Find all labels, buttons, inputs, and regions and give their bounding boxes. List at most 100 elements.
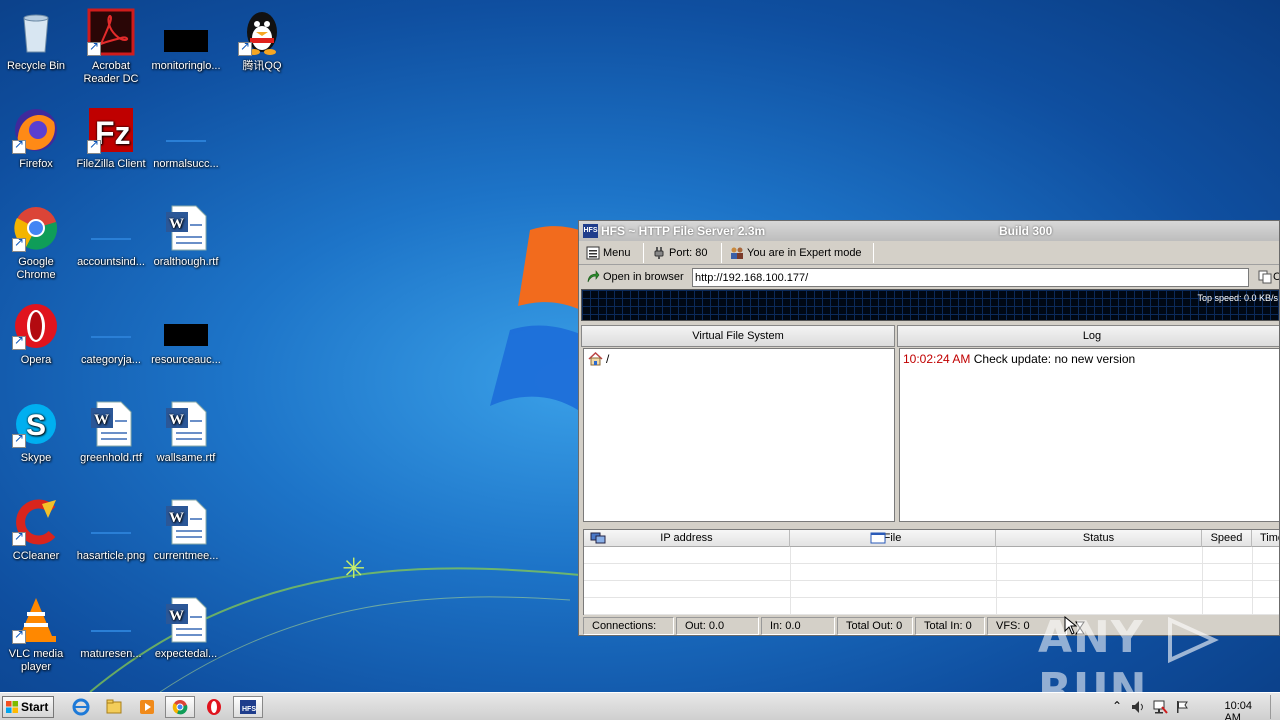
taskbar: Start HFS ⌃ 10:04 AM (0, 692, 1280, 720)
column-ip-address[interactable]: IP address (584, 530, 790, 547)
desktop-icon-filezilla[interactable]: Fz FileZilla Client (73, 102, 149, 171)
desktop-icon-maturesen[interactable]: maturesen... (73, 592, 149, 661)
windows-flag-icon (6, 701, 18, 713)
desktop-icon-oralthough[interactable]: W oralthough.rtf (148, 200, 224, 269)
desktop-icon-normalsucc[interactable]: normalsucc... (148, 102, 224, 171)
taskbar-hfs[interactable]: HFS (233, 696, 263, 718)
column-speed[interactable]: Speed (1202, 530, 1252, 547)
hfs-window[interactable]: HFS HFS ~ HTTP File Server 2.3m Build 30… (578, 220, 1280, 636)
hfs-app-icon: HFS (240, 700, 256, 714)
bandwidth-graph: Top speed: 0.0 KB/s (581, 289, 1279, 321)
taskbar-explorer[interactable] (99, 696, 129, 718)
taskbar-opera[interactable] (199, 696, 229, 718)
desktop-icon-greenhold[interactable]: W greenhold.rtf (73, 396, 149, 465)
desktop-icon-skype[interactable]: S Skype (0, 396, 74, 465)
hfs-app-icon: HFS (583, 224, 598, 238)
word-document-icon: W (162, 498, 210, 546)
shortcut-arrow-icon (12, 628, 26, 644)
hfs-window-title: HFS ~ HTTP File Server 2.3m (601, 224, 766, 238)
play-logo-icon (1168, 616, 1219, 664)
action-center-flag-icon[interactable] (1174, 699, 1190, 715)
desktop-icon-accountsind[interactable]: accountsind... (73, 200, 149, 269)
desktop-icon-categoryja[interactable]: categoryja... (73, 298, 149, 367)
log-header: Log (897, 325, 1279, 347)
shortcut-arrow-icon (87, 40, 101, 56)
vfs-tree[interactable]: / (583, 348, 895, 522)
menu-button[interactable]: Menu (583, 243, 631, 263)
url-field[interactable] (692, 268, 1249, 287)
open-in-browser-label: Open in browser (603, 271, 684, 283)
start-button[interactable]: Start (2, 696, 54, 718)
connections-table[interactable]: IP address File Status Speed Time (583, 529, 1279, 615)
show-desktop-button[interactable] (1270, 695, 1280, 719)
menu-icon (586, 246, 600, 260)
desktop-icon-opera[interactable]: Opera (0, 298, 74, 367)
open-in-browser-button[interactable]: Open in browser (583, 267, 684, 287)
desktop-icon-vlc[interactable]: VLC media player (0, 592, 74, 674)
port-button[interactable]: Port: 80 (649, 243, 708, 263)
hfs-urlbar: Open in browser C (579, 265, 1279, 289)
column-time[interactable]: Time (1252, 530, 1279, 547)
toolbar-separator (721, 243, 722, 263)
connections-header: IP address File Status Speed Time (584, 530, 1279, 547)
blank-file-icon (162, 106, 210, 154)
watermark-right-text: RUN (1038, 664, 1148, 692)
desktop: ✳ Recycle Bin Acrobat Reader DC monitori… (0, 0, 1280, 692)
tray-chevron-icon[interactable]: ⌃ (1112, 699, 1122, 713)
hfs-build-label: Build 300 (999, 224, 1053, 238)
shortcut-arrow-icon (12, 432, 26, 448)
svg-text:W: W (169, 412, 184, 428)
volume-icon[interactable] (1130, 699, 1146, 715)
desktop-icon-expectedal[interactable]: W expectedal... (148, 592, 224, 661)
column-ip-address-label: IP address (660, 532, 713, 544)
desktop-icon-wallsame[interactable]: W wallsame.rtf (148, 396, 224, 465)
desktop-icon-qq[interactable]: 腾讯QQ (224, 4, 300, 73)
hfs-titlebar[interactable]: HFS HFS ~ HTTP File Server 2.3m Build 30… (579, 221, 1279, 241)
shortcut-arrow-icon (238, 40, 252, 56)
desktop-icon-firefox[interactable]: Firefox (0, 102, 74, 171)
svg-text:✳: ✳ (342, 552, 365, 585)
copy-url-button[interactable]: C (1255, 267, 1279, 287)
log-panel[interactable]: 10:02:24 AM Check update: no new version (899, 348, 1279, 522)
desktop-icon-hasarticle[interactable]: hasarticle.png (73, 494, 149, 563)
table-row (584, 564, 1279, 581)
taskbar-media-player[interactable] (132, 696, 162, 718)
opera-icon (207, 699, 221, 715)
desktop-icon-monitoringlo[interactable]: monitoringlo... (148, 4, 224, 73)
shortcut-arrow-icon (87, 138, 101, 154)
top-speed-label: Top speed: 0.0 KB/s (1197, 293, 1278, 303)
desktop-icon-currentmee[interactable]: W currentmee... (148, 494, 224, 563)
desktop-icon-ccleaner[interactable]: CCleaner (0, 494, 74, 563)
taskbar-chrome[interactable] (165, 696, 195, 718)
folder-icon (106, 699, 122, 714)
opera-icon (12, 302, 60, 350)
plug-icon (654, 247, 664, 259)
toolbar-separator (873, 243, 874, 263)
desktop-icon-resourceauc[interactable]: resourceauc... (148, 298, 224, 367)
network-icon[interactable] (1152, 699, 1168, 715)
desktop-icon-acrobat[interactable]: Acrobat Reader DC (73, 4, 149, 86)
hfs-toolbar: Menu Port: 80 You are in Expert mode (579, 241, 1279, 265)
watermark-left-text: ANY (1038, 612, 1144, 663)
black-file-icon (162, 302, 210, 350)
chrome-icon (172, 700, 188, 715)
expert-mode-button[interactable]: You are in Expert mode (727, 243, 862, 263)
vfs-root-item[interactable]: / (588, 352, 609, 366)
start-label: Start (21, 700, 49, 714)
copy-url-label: C (1273, 271, 1279, 283)
desktop-icon-recycle-bin[interactable]: Recycle Bin (0, 4, 74, 73)
taskbar-clock[interactable]: 10:04 AM (1224, 700, 1252, 720)
column-file-label: File (883, 532, 902, 544)
svg-text:W: W (94, 412, 109, 428)
hfs-task-label: HFS (242, 706, 256, 713)
desktop-icon-chrome[interactable]: Google Chrome (0, 200, 74, 282)
log-entry-message: Check update: no new version (973, 352, 1136, 366)
column-status[interactable]: Status (996, 530, 1202, 547)
column-file[interactable]: File (790, 530, 996, 547)
word-document-icon: W (162, 596, 210, 644)
shortcut-arrow-icon (12, 138, 26, 154)
recycle-bin-icon (12, 8, 60, 56)
word-document-icon: W (87, 400, 135, 448)
svg-text:S: S (26, 409, 46, 442)
taskbar-ie[interactable] (66, 696, 96, 718)
